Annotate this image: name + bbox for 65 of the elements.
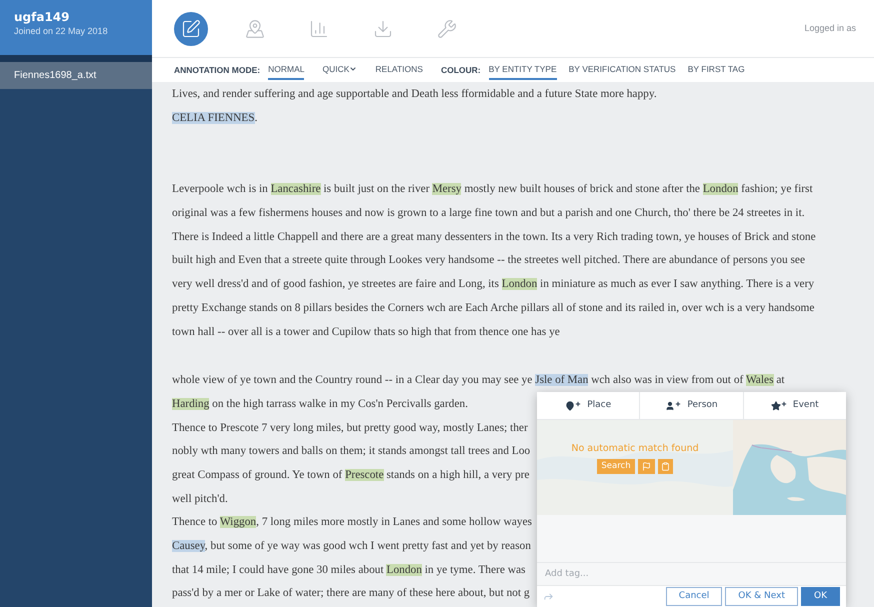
entity-highlight[interactable]: Harding	[172, 398, 210, 410]
entity-highlight[interactable]: Lancashire	[270, 183, 321, 196]
colour-label: COLOUR:	[440, 64, 481, 76]
forward-arrow-icon[interactable]	[543, 591, 554, 602]
map-pin-plus-icon	[565, 400, 582, 410]
colour-option[interactable]: BY VERIFICATION STATUS	[568, 60, 676, 80]
entity-highlight[interactable]: London	[702, 183, 738, 196]
entity-highlight[interactable]: Causey	[172, 540, 205, 552]
text-line: very well dress'd and of good fashion, ye streetes are faire and Long, its London in miniature as much as ever I saw anything. There is a very	[172, 277, 814, 292]
entity-highlight[interactable]: Prescote	[345, 468, 384, 481]
text-line: built high and Even that a streete quite through Lookes very handsome -- the streetes well pitched. There are abundance of persons you see	[172, 253, 806, 268]
file-item[interactable]: Fiennes1698_a.txt	[0, 62, 152, 89]
text-line: town hall -- over all is a tower and Cupilow thats so high that from thence one has ye	[172, 324, 560, 340]
tag-input[interactable]: Add tag...	[537, 562, 846, 585]
dialog-button[interactable]: OK	[801, 587, 840, 606]
entity-highlight[interactable]: Wiggon	[220, 516, 256, 528]
clipboard-button[interactable]	[658, 459, 673, 474]
entity-highlight[interactable]: Jsle of Man	[535, 374, 588, 386]
text-line: Lives, and render suffering and age supportable and Death less fformidable and a future State more happy.	[172, 87, 657, 102]
edit-icon	[181, 18, 201, 38]
join-date: Joined on 22 May 2018	[14, 25, 109, 38]
mode-option[interactable]: QUICK	[322, 60, 358, 80]
text-line: pass'd by a mer or Lake of water; there are many of these here about, but not g	[172, 586, 530, 602]
text-line: that 14 mile; I could have gone 30 miles about London in ye tyme. There was	[172, 562, 526, 578]
edit-tool[interactable]	[174, 12, 208, 46]
dialog-button[interactable]: OK & Next	[725, 587, 798, 606]
entity-highlight[interactable]: Mersy	[432, 183, 462, 196]
mode-option[interactable]: NORMAL	[268, 60, 304, 80]
person-plus-icon	[665, 400, 682, 410]
dialog-button[interactable]: Cancel	[666, 587, 722, 606]
entity-highlight[interactable]: London	[502, 278, 538, 290]
no-match-message: No automatic match found	[571, 442, 699, 456]
text-line: well pitch'd.	[172, 492, 228, 507]
mode-option[interactable]: RELATIONS	[375, 60, 423, 80]
text-line: whole view of ye town and the Country round -- in a Clear day you may see ye Jsle of Man wch also was in view from out of Wales at	[172, 373, 785, 388]
flag-button[interactable]	[638, 459, 655, 474]
entity-type-tab[interactable]: Event	[742, 392, 846, 419]
entity-highlight[interactable]: CELIA FIENNES	[172, 112, 255, 124]
text-line: Causey, but some of ye way was good wch I went pretty fast and yet by reason	[172, 539, 531, 554]
mode-label: ANNOTATION MODE:	[174, 64, 260, 76]
wrench-icon	[437, 18, 457, 38]
entity-type-tab[interactable]: Person	[639, 392, 743, 419]
colour-option[interactable]: BY ENTITY TYPE	[488, 60, 557, 80]
bar-chart-icon	[309, 18, 329, 38]
text-line: Thence to Prescote 7 very long miles, but pretty good way, mostly Lanes; ther	[172, 420, 528, 436]
entity-highlight[interactable]: London	[386, 564, 422, 576]
text-line: Harding on the high tarrass walke in my Cos'n Percivalls garden.	[172, 396, 468, 412]
clipboard-icon	[660, 462, 670, 472]
text-line: original was a few fishermens houses and now is grown to a large fine town and but a parish and one Church, tho' there be 24 streetes in it.	[172, 206, 805, 222]
colour-option[interactable]: BY FIRST TAG	[688, 60, 745, 80]
text-line: There is Indeed a little Chappell and there are a great many dessenters in the town. Its a very Rich trading town, ye houses of Brick and stone	[172, 230, 816, 245]
flag-icon	[642, 462, 651, 472]
map-icon	[245, 18, 265, 38]
entity-highlight[interactable]: Wales	[746, 374, 774, 386]
text-line: Leverpoole wch is in Lancashire is built just on the river Mersy mostly new built houses of brick and stone after the London fashion; ye first	[172, 182, 813, 198]
text-line: CELIA FIENNES.	[172, 110, 258, 126]
login-status: Logged in as	[804, 22, 856, 35]
username: ugfa149	[14, 10, 70, 25]
text-line: nobly wth many towers and balls on them; it stands amongst tall trees and Loo	[172, 444, 530, 460]
star-plus-icon	[770, 400, 787, 410]
download-icon	[373, 18, 393, 38]
text-line: Thence to Wiggon, 7 long miles more mostly in Lanes and some hollow wayes	[172, 515, 532, 530]
text-line: pretty Exchange stands on 8 pillars besides the Corners wch are Each Arche pillars all of stone and its railed in, over wch is a very handsome	[172, 300, 814, 316]
entity-type-tab[interactable]: Place	[537, 392, 640, 419]
text-line: great Compass of ground. Ye town of Prescote stands on a high hill, a very pre	[172, 468, 530, 483]
